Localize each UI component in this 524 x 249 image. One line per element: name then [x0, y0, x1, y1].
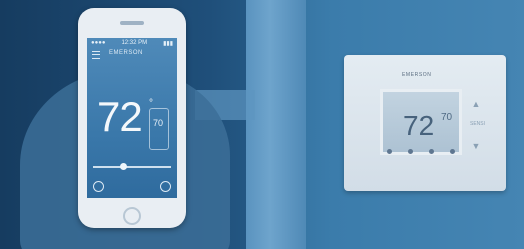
fan-dot-icon [408, 149, 413, 154]
phone-setpoint: 70 [153, 118, 164, 128]
phone-speaker [120, 21, 144, 25]
thermostat-screen: 72 70 [380, 89, 462, 155]
photo-scene: ●●●● 12:32 PM ▮▮▮ EMERSON 72 ° 70 EMERSO… [0, 0, 524, 249]
phone-screen: ●●●● 12:32 PM ▮▮▮ EMERSON 72 ° 70 [87, 38, 177, 198]
app-brand: EMERSON [109, 50, 143, 56]
phone-slider[interactable] [93, 163, 171, 170]
fan-icon[interactable] [160, 181, 171, 192]
menu-icon[interactable] [92, 51, 100, 59]
thermostat-down-button[interactable]: ▼ [470, 141, 482, 153]
phone-home-button[interactable] [123, 207, 141, 225]
door-frame [246, 0, 306, 249]
wall-thermostat: EMERSON 72 70 ▲ SENSI ▼ [344, 55, 506, 191]
thermostat-temperature: 72 [403, 110, 435, 141]
signal-icon: ●●●● [91, 40, 106, 46]
mode-dot-icon [387, 149, 392, 154]
thermostat-icon-row [387, 149, 455, 155]
schedule-dot-icon [429, 149, 434, 154]
smartphone: ●●●● 12:32 PM ▮▮▮ EMERSON 72 ° 70 [78, 8, 186, 228]
phone-status-bar: ●●●● 12:32 PM ▮▮▮ [91, 40, 173, 48]
thermostat-mode-label: SENSI [470, 121, 486, 127]
mode-icon[interactable] [93, 181, 104, 192]
hold-dot-icon [450, 149, 455, 154]
slider-thumb[interactable] [119, 163, 127, 170]
thermostat-up-button[interactable]: ▲ [470, 99, 482, 111]
thermostat-setpoint: 70 [441, 112, 453, 123]
phone-temperature: 72 [97, 93, 143, 140]
phone-setpoint-control[interactable] [149, 108, 169, 150]
battery-icon: ▮▮▮ [163, 41, 173, 47]
thermostat-brand: EMERSON [402, 72, 432, 78]
status-time: 12:32 PM [121, 40, 148, 46]
